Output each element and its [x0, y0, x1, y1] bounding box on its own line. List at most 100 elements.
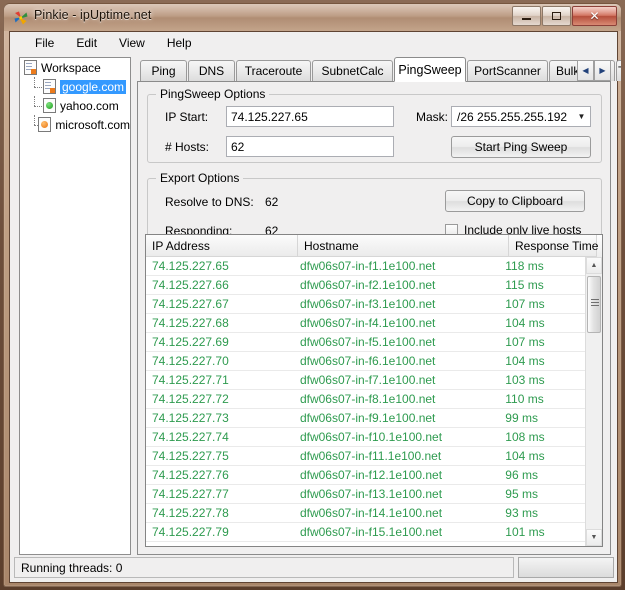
tab-scroll-buttons: ◀ ▶ [577, 60, 611, 81]
table-cell: 74.125.227.77 [152, 487, 229, 501]
hosts-label: # Hosts: [165, 140, 210, 154]
table-cell: dfw06s07-in-f3.1e100.net [299, 297, 436, 311]
tab-scroll-left-button[interactable]: ◀ [577, 60, 594, 81]
column-header-ip-address[interactable]: IP Address [146, 235, 298, 257]
table-row[interactable]: 74.125.227.71 dfw06s07-in-f7.1e100.net 103… [146, 371, 585, 390]
results-header-row: IP Address Hostname Response Time [146, 235, 602, 257]
mask-dropdown[interactable]: /26 255.255.255.192 ▼ [451, 106, 591, 127]
tab-dns[interactable]: DNS [188, 60, 235, 81]
menu-view[interactable]: View [108, 33, 156, 53]
status-progress-bar [518, 557, 614, 578]
minimize-button[interactable] [512, 6, 541, 26]
table-row[interactable]: 74.125.227.74 dfw06s07-in-f10.1e100.net 10… [146, 428, 585, 447]
mask-value: /26 255.255.255.192 [457, 109, 568, 124]
tree-label-microsoft: microsoft.com [55, 117, 130, 132]
table-cell: 101 ms [505, 525, 545, 539]
menu-file[interactable]: File [24, 33, 65, 53]
table-cell: 74.125.227.73 [152, 411, 229, 425]
table-cell: dfw06s07-in-f8.1e100.net [299, 392, 436, 406]
table-row[interactable]: 74.125.227.80dfw06s07-in-f16.1e100.net97… [146, 542, 585, 546]
table-cell: dfw06s07-in-f5.1e100.net [299, 335, 436, 349]
menu-help[interactable]: Help [156, 33, 203, 53]
table-row[interactable]: 74.125.227.69 dfw06s07-in-f5.1e100.net 107… [146, 333, 585, 352]
close-button[interactable]: ✕ [572, 6, 617, 26]
tree-connector [28, 96, 43, 115]
resolve-to-dns-value: 62 [265, 195, 279, 209]
table-row[interactable]: 74.125.227.68 dfw06s07-in-f4.1e100.net 104… [146, 314, 585, 333]
resolve-to-dns-label: Resolve to DNS: [165, 195, 254, 209]
tree-node-microsoft[interactable]: microsoft.com [20, 115, 130, 134]
tree-node-workspace[interactable]: Workspace [20, 58, 130, 77]
table-cell: 115 ms [505, 278, 544, 292]
table-cell: 74.125.227.79 [152, 525, 229, 539]
tab-control: Ping DNS Traceroute SubnetCalc PingSweep… [137, 57, 621, 555]
maximize-icon [543, 7, 570, 25]
tab-tftp-server[interactable]: TFTP S [616, 60, 621, 81]
table-row[interactable]: 74.125.227.76 dfw06s07-in-f12.1e100.net 96… [146, 466, 585, 485]
tab-subnetcalc[interactable]: SubnetCalc [312, 60, 393, 81]
status-bar: Running threads: 0 [14, 557, 615, 578]
table-row[interactable]: 74.125.227.72 dfw06s07-in-f8.1e100.net 110… [146, 390, 585, 409]
table-cell: 74.125.227.66 [152, 278, 229, 292]
ip-start-input[interactable]: 74.125.227.65 [226, 106, 394, 127]
scroll-up-button[interactable]: ▲ [586, 257, 602, 274]
tab-ping[interactable]: Ping [140, 60, 187, 81]
table-cell: 107 ms [505, 297, 545, 311]
window-controls: ✕ [512, 6, 617, 26]
table-cell: 74.125.227.74 [152, 430, 229, 444]
menu-edit[interactable]: Edit [65, 33, 108, 53]
copy-to-clipboard-button[interactable]: Copy to Clipboard [445, 190, 585, 212]
table-row[interactable]: 74.125.227.70 dfw06s07-in-f6.1e100.net 104… [146, 352, 585, 371]
table-cell: 118 ms [505, 259, 544, 273]
tab-strip: Ping DNS Traceroute SubnetCalc PingSweep… [137, 57, 621, 82]
table-cell: 74.125.227.68 [152, 316, 229, 330]
column-header-hostname[interactable]: Hostname [298, 235, 509, 257]
table-row[interactable]: 74.125.227.67 dfw06s07-in-f3.1e100.net 107… [146, 295, 585, 314]
hosts-input[interactable]: 62 [226, 136, 394, 157]
maximize-button[interactable] [542, 6, 571, 26]
results-listview[interactable]: IP Address Hostname Response Time 74.125… [145, 234, 603, 547]
table-cell: 93 ms [505, 506, 538, 520]
tree-node-yahoo[interactable]: yahoo.com [20, 96, 130, 115]
table-row[interactable]: 74.125.227.65 dfw06s07-in-f1.1e100.net 118… [146, 257, 585, 276]
document-orange-dot-icon [38, 117, 52, 132]
table-cell: 74.125.227.70 [152, 354, 229, 368]
export-options-title: Export Options [156, 171, 244, 185]
tree-node-google[interactable]: google.com [20, 77, 130, 96]
tab-pingsweep[interactable]: PingSweep [394, 57, 466, 82]
table-cell: 74.125.227.65 [152, 259, 229, 273]
document-green-dot-icon [43, 98, 56, 113]
pingsweep-tab-page: PingSweep Options IP Start: 74.125.227.6… [137, 81, 611, 555]
scroll-down-button[interactable]: ▼ [586, 529, 602, 546]
tab-traceroute[interactable]: Traceroute [236, 60, 311, 81]
results-vertical-scrollbar[interactable]: ▲ ▼ [585, 257, 602, 546]
table-cell: dfw06s07-in-f12.1e100.net [299, 468, 443, 482]
status-text: Running threads: 0 [14, 557, 514, 578]
table-row[interactable]: 74.125.227.78 dfw06s07-in-f14.1e100.net 93… [146, 504, 585, 523]
tree-label-google: google.com [60, 79, 127, 94]
tab-scroll-right-button[interactable]: ▶ [594, 60, 611, 81]
table-cell: dfw06s07-in-f1.1e100.net [299, 259, 436, 273]
table-cell: dfw06s07-in-f9.1e100.net [299, 411, 436, 425]
table-cell: dfw06s07-in-f6.1e100.net [299, 354, 436, 368]
tab-portscanner[interactable]: PortScanner [467, 60, 548, 81]
table-cell: 74.125.227.75 [152, 449, 229, 463]
application-window: Pinkie - ipUptime.net ✕ File Edit View H… [3, 3, 622, 587]
table-cell: 104 ms [505, 354, 545, 368]
pingsweep-options-title: PingSweep Options [156, 87, 270, 101]
start-ping-sweep-button[interactable]: Start Ping Sweep [451, 136, 591, 158]
column-header-response-time[interactable]: Response Time [509, 235, 598, 257]
table-row[interactable]: 74.125.227.66 dfw06s07-in-f2.1e100.net 115… [146, 276, 585, 295]
table-row[interactable]: 74.125.227.77 dfw06s07-in-f13.1e100.net 95… [146, 485, 585, 504]
table-cell: dfw06s07-in-f7.1e100.net [299, 373, 436, 387]
table-cell: 104 ms [505, 449, 545, 463]
table-row[interactable]: 74.125.227.79 dfw06s07-in-f15.1e100.net 10… [146, 523, 585, 542]
title-bar: Pinkie - ipUptime.net ✕ [4, 4, 621, 31]
table-cell: dfw06s07-in-f10.1e100.net [299, 430, 443, 444]
scrollbar-thumb[interactable] [587, 276, 601, 333]
minimize-icon [513, 7, 540, 25]
table-row[interactable]: 74.125.227.75 dfw06s07-in-f11.1e100.net 10… [146, 447, 585, 466]
tree-connector [28, 115, 43, 134]
table-row[interactable]: 74.125.227.73 dfw06s07-in-f9.1e100.net 99 … [146, 409, 585, 428]
workspace-tree[interactable]: Workspace google.com yahoo.com microsoft… [19, 57, 131, 555]
